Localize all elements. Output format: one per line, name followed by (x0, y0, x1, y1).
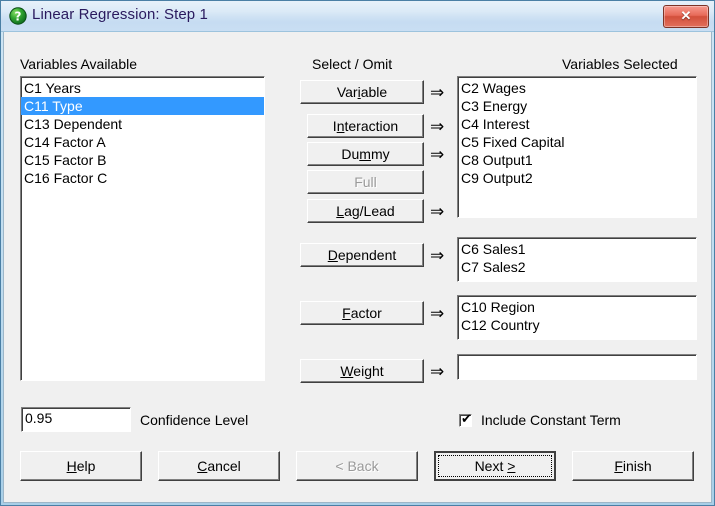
dependent-arrow-icon: ⇒ (430, 246, 445, 265)
list-item[interactable]: C2 Wages (458, 79, 696, 97)
list-item[interactable]: C9 Output2 (458, 169, 696, 187)
check-icon: ✔ (461, 411, 472, 426)
variables-available-list[interactable]: C1 Years C11 Type C13 Dependent C14 Factor … (20, 76, 265, 381)
list-item[interactable]: C4 Interest (458, 115, 696, 133)
back-button-label: < Back (335, 458, 379, 474)
factor-variables-list[interactable]: C10 Region C12 Country (457, 295, 697, 340)
next-button[interactable]: Next > (434, 451, 556, 481)
variable-button[interactable]: Variable (300, 80, 424, 104)
list-item[interactable]: C16 Factor C (21, 169, 264, 187)
list-item[interactable]: C14 Factor A (21, 133, 264, 151)
full-button: Full (307, 170, 424, 194)
confidence-level-input[interactable]: 0.95 (21, 407, 131, 432)
list-item[interactable]: C6 Sales1 (458, 240, 696, 258)
full-button-label: Full (354, 174, 377, 190)
list-item[interactable]: C10 Region (458, 298, 696, 316)
include-constant-checkbox[interactable]: ✔ (459, 411, 472, 427)
list-item[interactable]: C7 Sales2 (458, 258, 696, 276)
dummy-button[interactable]: Dummy (307, 142, 424, 166)
list-item[interactable]: C3 Energy (458, 97, 696, 115)
factor-arrow-icon: ⇒ (430, 304, 445, 323)
question-mark-icon: ? (9, 7, 27, 25)
list-item[interactable]: C11 Type (21, 97, 264, 115)
available-heading: Variables Available (20, 56, 138, 72)
list-item[interactable]: C8 Output1 (458, 151, 696, 169)
lag-lead-arrow-icon: ⇒ (430, 202, 445, 221)
dialog-window: ? Linear Regression: Step 1 ✕ Variables … (0, 0, 715, 506)
list-item[interactable]: C12 Country (458, 316, 696, 334)
confidence-level-label: Confidence Level (140, 412, 249, 428)
finish-button[interactable]: Finish (572, 451, 694, 481)
weight-variable-list[interactable] (457, 354, 697, 380)
dependent-variables-list[interactable]: C6 Sales1 C7 Sales2 (457, 237, 697, 282)
factor-button[interactable]: Factor (300, 301, 424, 325)
dialog-client-area: Variables Available Select / Omit Variab… (3, 32, 712, 503)
selected-heading: Variables Selected (562, 56, 678, 72)
select-omit-heading: Select / Omit (312, 56, 393, 72)
list-item[interactable]: C5 Fixed Capital (458, 133, 696, 151)
svg-text:?: ? (15, 9, 22, 23)
title-bar: ? Linear Regression: Step 1 ✕ (1, 1, 714, 32)
interaction-arrow-icon: ⇒ (430, 117, 445, 136)
dependent-button[interactable]: Dependent (300, 243, 424, 267)
window-title: Linear Regression: Step 1 (32, 6, 208, 23)
variable-arrow-icon: ⇒ (430, 83, 445, 102)
dummy-arrow-icon: ⇒ (430, 145, 445, 164)
weight-button[interactable]: Weight (300, 359, 424, 383)
help-button[interactable]: Help (20, 451, 142, 481)
lag-lead-button[interactable]: Lag/Lead (307, 199, 424, 223)
list-item[interactable]: C13 Dependent (21, 115, 264, 133)
close-button[interactable]: ✕ (663, 5, 709, 28)
back-button: < Back (296, 451, 418, 481)
list-item[interactable]: C1 Years (21, 79, 264, 97)
close-icon: ✕ (680, 8, 692, 23)
weight-arrow-icon: ⇒ (430, 362, 445, 381)
cancel-button[interactable]: Cancel (158, 451, 280, 481)
list-item[interactable]: C15 Factor B (21, 151, 264, 169)
variables-selected-list[interactable]: C2 Wages C3 Energy C4 Interest C5 Fixed Cap… (457, 76, 697, 218)
include-constant-label: Include Constant Term (481, 412, 621, 428)
interaction-button[interactable]: Interaction (307, 114, 424, 138)
